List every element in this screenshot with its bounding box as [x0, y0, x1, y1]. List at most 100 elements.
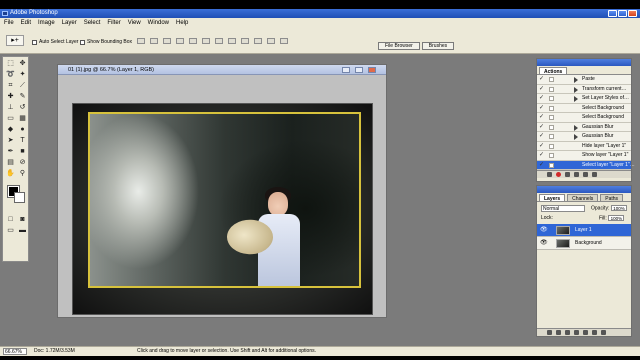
- distribute-bottom-icon[interactable]: [241, 38, 249, 44]
- shape-tool-icon[interactable]: ■: [17, 147, 28, 157]
- expand-triangle-icon[interactable]: [574, 86, 578, 93]
- check-icon[interactable]: ✓: [539, 151, 547, 160]
- fill-input[interactable]: 100%: [608, 215, 625, 221]
- blur-tool-icon[interactable]: ◆: [5, 125, 16, 135]
- paths-tab[interactable]: Paths: [600, 194, 624, 202]
- menu-select[interactable]: Select: [84, 20, 101, 26]
- distribute-top-icon[interactable]: [215, 38, 223, 44]
- menu-view[interactable]: View: [128, 20, 141, 26]
- expand-triangle-icon[interactable]: [574, 124, 578, 131]
- quick-mask-mode-icon[interactable]: ◙: [17, 215, 28, 225]
- marquee-tool-icon[interactable]: ⬚: [5, 59, 16, 69]
- record-icon[interactable]: [556, 172, 561, 177]
- check-icon[interactable]: ✓: [539, 123, 547, 132]
- slice-tool-icon[interactable]: ⟋: [17, 81, 28, 91]
- play-icon[interactable]: [565, 172, 570, 177]
- new-layer-icon[interactable]: [592, 330, 597, 335]
- check-icon[interactable]: ✓: [539, 113, 547, 122]
- close-button[interactable]: [628, 10, 637, 17]
- new-fill-layer-icon[interactable]: [574, 330, 579, 335]
- menu-window[interactable]: Window: [148, 20, 169, 26]
- distribute-center-icon[interactable]: [267, 38, 275, 44]
- blend-mode-select[interactable]: Normal: [541, 205, 585, 212]
- new-group-icon[interactable]: [583, 330, 588, 335]
- minimize-button[interactable]: [608, 10, 617, 17]
- doc-minimize-button[interactable]: [342, 67, 350, 73]
- move-tool-icon[interactable]: ✥: [17, 59, 28, 69]
- menu-file[interactable]: File: [4, 20, 14, 26]
- align-top-icon[interactable]: [137, 38, 145, 44]
- dialog-toggle-icon[interactable]: [549, 134, 554, 139]
- doc-close-button[interactable]: [368, 67, 376, 73]
- distribute-right-icon[interactable]: [280, 38, 288, 44]
- check-icon[interactable]: ✓: [539, 94, 547, 103]
- screen-mode-full-icon[interactable]: ▬: [17, 226, 28, 236]
- doc-maximize-button[interactable]: [355, 67, 363, 73]
- align-right-icon[interactable]: [202, 38, 210, 44]
- check-icon[interactable]: ✓: [539, 85, 547, 94]
- action-row[interactable]: ✓ Set Layer Styles of…: [537, 94, 631, 104]
- hand-tool-icon[interactable]: ✋: [5, 169, 16, 179]
- brushes-tab[interactable]: Brushes: [421, 42, 455, 50]
- dialog-toggle-icon[interactable]: [549, 77, 554, 82]
- gradient-tool-icon[interactable]: ▦: [17, 114, 28, 124]
- action-row[interactable]: ✓ Transform current…: [537, 84, 631, 94]
- new-action-icon[interactable]: [583, 172, 588, 177]
- stop-icon[interactable]: [547, 172, 552, 177]
- dialog-toggle-icon[interactable]: [549, 86, 554, 92]
- healing-brush-tool-icon[interactable]: ✚: [5, 92, 16, 102]
- lasso-tool-icon[interactable]: ➰: [5, 70, 16, 80]
- crop-tool-icon[interactable]: ⌗: [5, 81, 16, 91]
- eyedropper-tool-icon[interactable]: ⊘: [17, 158, 28, 168]
- clone-stamp-tool-icon[interactable]: ⊥: [5, 103, 16, 113]
- expand-triangle-icon[interactable]: [574, 96, 578, 102]
- new-set-icon[interactable]: [574, 172, 579, 177]
- align-center-icon[interactable]: [189, 38, 197, 44]
- dialog-toggle-icon[interactable]: [549, 162, 554, 168]
- type-tool-icon[interactable]: T: [17, 136, 28, 146]
- mask-icon[interactable]: [565, 330, 570, 335]
- trash-icon[interactable]: [601, 330, 606, 335]
- maximize-button[interactable]: [618, 10, 627, 17]
- magic-wand-tool-icon[interactable]: ✦: [17, 70, 28, 80]
- brush-tool-icon[interactable]: ✎: [17, 92, 28, 102]
- file-browser-tab[interactable]: File Browser: [378, 42, 420, 50]
- check-icon[interactable]: ✓: [539, 142, 547, 151]
- opacity-input[interactable]: 100%: [610, 205, 627, 211]
- align-middle-icon[interactable]: [150, 38, 158, 44]
- action-row[interactable]: ✓ Hide layer "Layer 1": [537, 141, 631, 151]
- menu-edit[interactable]: Edit: [21, 20, 31, 26]
- expand-triangle-icon[interactable]: [574, 134, 578, 140]
- check-icon[interactable]: ✓: [539, 104, 547, 113]
- action-row[interactable]: ✓ Select layer "Layer 1"…: [537, 160, 635, 170]
- dialog-toggle-icon[interactable]: [549, 105, 554, 111]
- dialog-toggle-icon[interactable]: [549, 115, 554, 120]
- distribute-middle-icon[interactable]: [228, 38, 236, 44]
- move-tool-preset[interactable]: ▸+: [6, 35, 24, 46]
- action-row[interactable]: ✓ Paste: [537, 75, 631, 85]
- dialog-toggle-icon[interactable]: [549, 143, 554, 149]
- delete-action-icon[interactable]: [592, 172, 597, 177]
- notes-tool-icon[interactable]: ▤: [5, 158, 16, 168]
- action-row[interactable]: ✓ Gaussian Blur: [537, 122, 631, 132]
- distribute-left-icon[interactable]: [254, 38, 262, 44]
- zoom-tool-icon[interactable]: ⚲: [17, 169, 28, 179]
- menu-layer[interactable]: Layer: [62, 20, 77, 26]
- menu-filter[interactable]: Filter: [107, 20, 120, 26]
- screen-mode-standard-icon[interactable]: ▭: [5, 226, 16, 236]
- show-bounding-box-checkbox[interactable]: Show Bounding Box: [80, 39, 132, 45]
- actions-tab[interactable]: Actions: [539, 67, 568, 75]
- align-bottom-icon[interactable]: [163, 38, 171, 44]
- menu-image[interactable]: Image: [38, 20, 55, 26]
- expand-triangle-icon[interactable]: [574, 77, 578, 83]
- dialog-toggle-icon[interactable]: [549, 124, 554, 130]
- link-icon[interactable]: [547, 330, 552, 335]
- check-icon[interactable]: ✓: [539, 132, 547, 141]
- pen-tool-icon[interactable]: ✒: [5, 147, 16, 157]
- eye-icon[interactable]: 👁: [540, 227, 548, 233]
- layer-style-icon[interactable]: [556, 330, 561, 335]
- dialog-toggle-icon[interactable]: [549, 96, 554, 101]
- action-row[interactable]: ✓ Select Background: [537, 113, 631, 123]
- standard-mode-icon[interactable]: □: [5, 215, 16, 225]
- eye-icon[interactable]: 👁: [540, 240, 548, 246]
